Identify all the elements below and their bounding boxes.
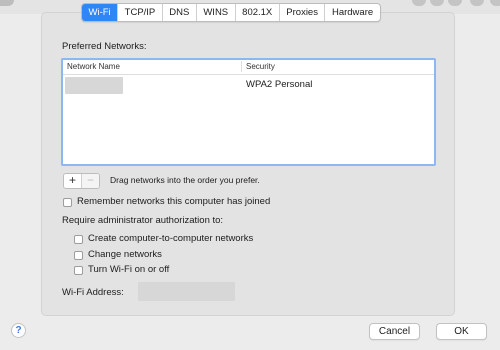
add-remove-buttons: + −: [63, 173, 100, 189]
wifi-address-redacted: [138, 282, 235, 301]
column-security[interactable]: Security: [246, 62, 275, 71]
create-network-checkbox[interactable]: [74, 235, 83, 244]
cancel-button[interactable]: Cancel: [369, 323, 420, 340]
tab-dns[interactable]: DNS: [161, 4, 196, 21]
toggle-wifi-label: Turn Wi-Fi on or off: [88, 264, 170, 275]
network-security: WPA2 Personal: [246, 79, 313, 90]
column-divider: [241, 61, 242, 72]
preferred-networks-label: Preferred Networks:: [62, 41, 147, 52]
help-button[interactable]: ?: [11, 323, 26, 338]
ok-button[interactable]: OK: [436, 323, 487, 340]
tab-tcpip[interactable]: TCP/IP: [117, 4, 162, 21]
tab-wifi[interactable]: Wi-Fi: [82, 4, 118, 21]
preferred-networks-table[interactable]: Network Name Security WPA2 Personal: [61, 58, 436, 166]
add-network-button[interactable]: +: [64, 174, 81, 188]
tab-bar: Wi-Fi TCP/IP DNS WINS 802.1X Proxies Har…: [81, 3, 381, 22]
remember-networks-label: Remember networks this computer has join…: [77, 196, 271, 207]
tab-hardware[interactable]: Hardware: [324, 4, 379, 21]
table-header: Network Name Security: [63, 60, 434, 75]
change-networks-label: Change networks: [88, 249, 162, 260]
remember-networks-checkbox[interactable]: [63, 198, 72, 207]
change-networks-checkbox[interactable]: [74, 251, 83, 260]
drag-hint-text: Drag networks into the order you prefer.: [110, 175, 260, 185]
table-row[interactable]: WPA2 Personal: [63, 76, 434, 94]
remove-network-button[interactable]: −: [81, 174, 99, 188]
toggle-wifi-checkbox[interactable]: [74, 266, 83, 275]
tab-8021x[interactable]: 802.1X: [234, 4, 279, 21]
column-network-name[interactable]: Network Name: [67, 62, 120, 71]
network-name-redacted: [65, 77, 123, 94]
tab-wins[interactable]: WINS: [195, 4, 235, 21]
require-admin-label: Require administrator authorization to:: [62, 215, 224, 226]
create-network-label: Create computer-to-computer networks: [88, 233, 254, 244]
tab-proxies[interactable]: Proxies: [278, 4, 325, 21]
wifi-address-label: Wi-Fi Address:: [62, 287, 124, 298]
